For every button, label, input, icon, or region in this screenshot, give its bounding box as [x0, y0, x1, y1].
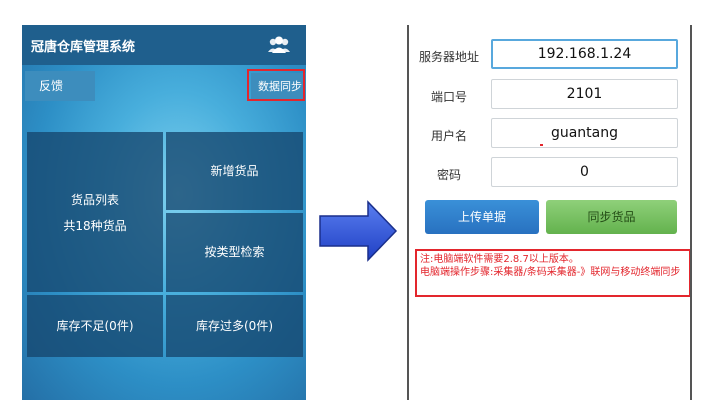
server-address-input[interactable]: 192.168.1.24: [491, 39, 678, 69]
search-by-type-tile[interactable]: 按类型检索: [166, 213, 303, 292]
sync-highlight-box: [247, 69, 305, 101]
port-label: 端口号: [430, 90, 467, 104]
goods-list-tile[interactable]: 货品列表 共18种货品: [27, 132, 163, 292]
username-label: 用户名: [430, 129, 467, 143]
feedback-button[interactable]: 反馈: [25, 71, 95, 101]
username-row: 用户名 guantang: [409, 118, 690, 150]
password-row: 密码 0: [409, 157, 690, 189]
app-titlebar: 冠唐仓库管理系统: [22, 25, 306, 65]
port-input[interactable]: 2101: [491, 79, 678, 109]
goods-count-label: 共18种货品: [63, 219, 127, 233]
password-label: 密码: [436, 168, 461, 182]
server-address-row: 服务器地址 192.168.1.24: [409, 39, 690, 71]
sync-goods-button[interactable]: 同步货品: [546, 200, 677, 234]
right-phone-screen: 服务器地址 192.168.1.24 端口号 2101 用户名 guantang…: [407, 25, 692, 400]
low-stock-tile[interactable]: 库存不足(0件): [27, 295, 163, 357]
note-box: 注:电脑端软件需要2.8.7以上版本。 电脑端操作步骤:采集器/条码采集器-》联…: [415, 249, 690, 297]
red-marker: [540, 144, 543, 146]
username-input[interactable]: guantang: [491, 118, 678, 148]
users-icon[interactable]: [267, 35, 291, 55]
app-title: 冠唐仓库管理系统: [31, 40, 136, 55]
right-arrow-icon: [319, 200, 398, 262]
add-goods-tile[interactable]: 新增货品: [166, 132, 303, 210]
over-stock-tile[interactable]: 库存过多(0件): [166, 295, 303, 357]
password-input[interactable]: 0: [491, 157, 678, 187]
note-steps: 电脑端操作步骤:采集器/条码采集器-》联网与移动终端同步: [420, 267, 681, 278]
note-version: 注:电脑端软件需要2.8.7以上版本。: [420, 254, 579, 265]
server-address-label: 服务器地址: [418, 50, 479, 64]
left-phone-screen: 冠唐仓库管理系统 反馈 数据同步 货品列表 共18种货品 新增货品 按类型检索 …: [22, 25, 306, 400]
upload-documents-button[interactable]: 上传单据: [425, 200, 539, 234]
goods-list-label: 货品列表: [70, 193, 119, 207]
port-row: 端口号 2101: [409, 79, 690, 111]
